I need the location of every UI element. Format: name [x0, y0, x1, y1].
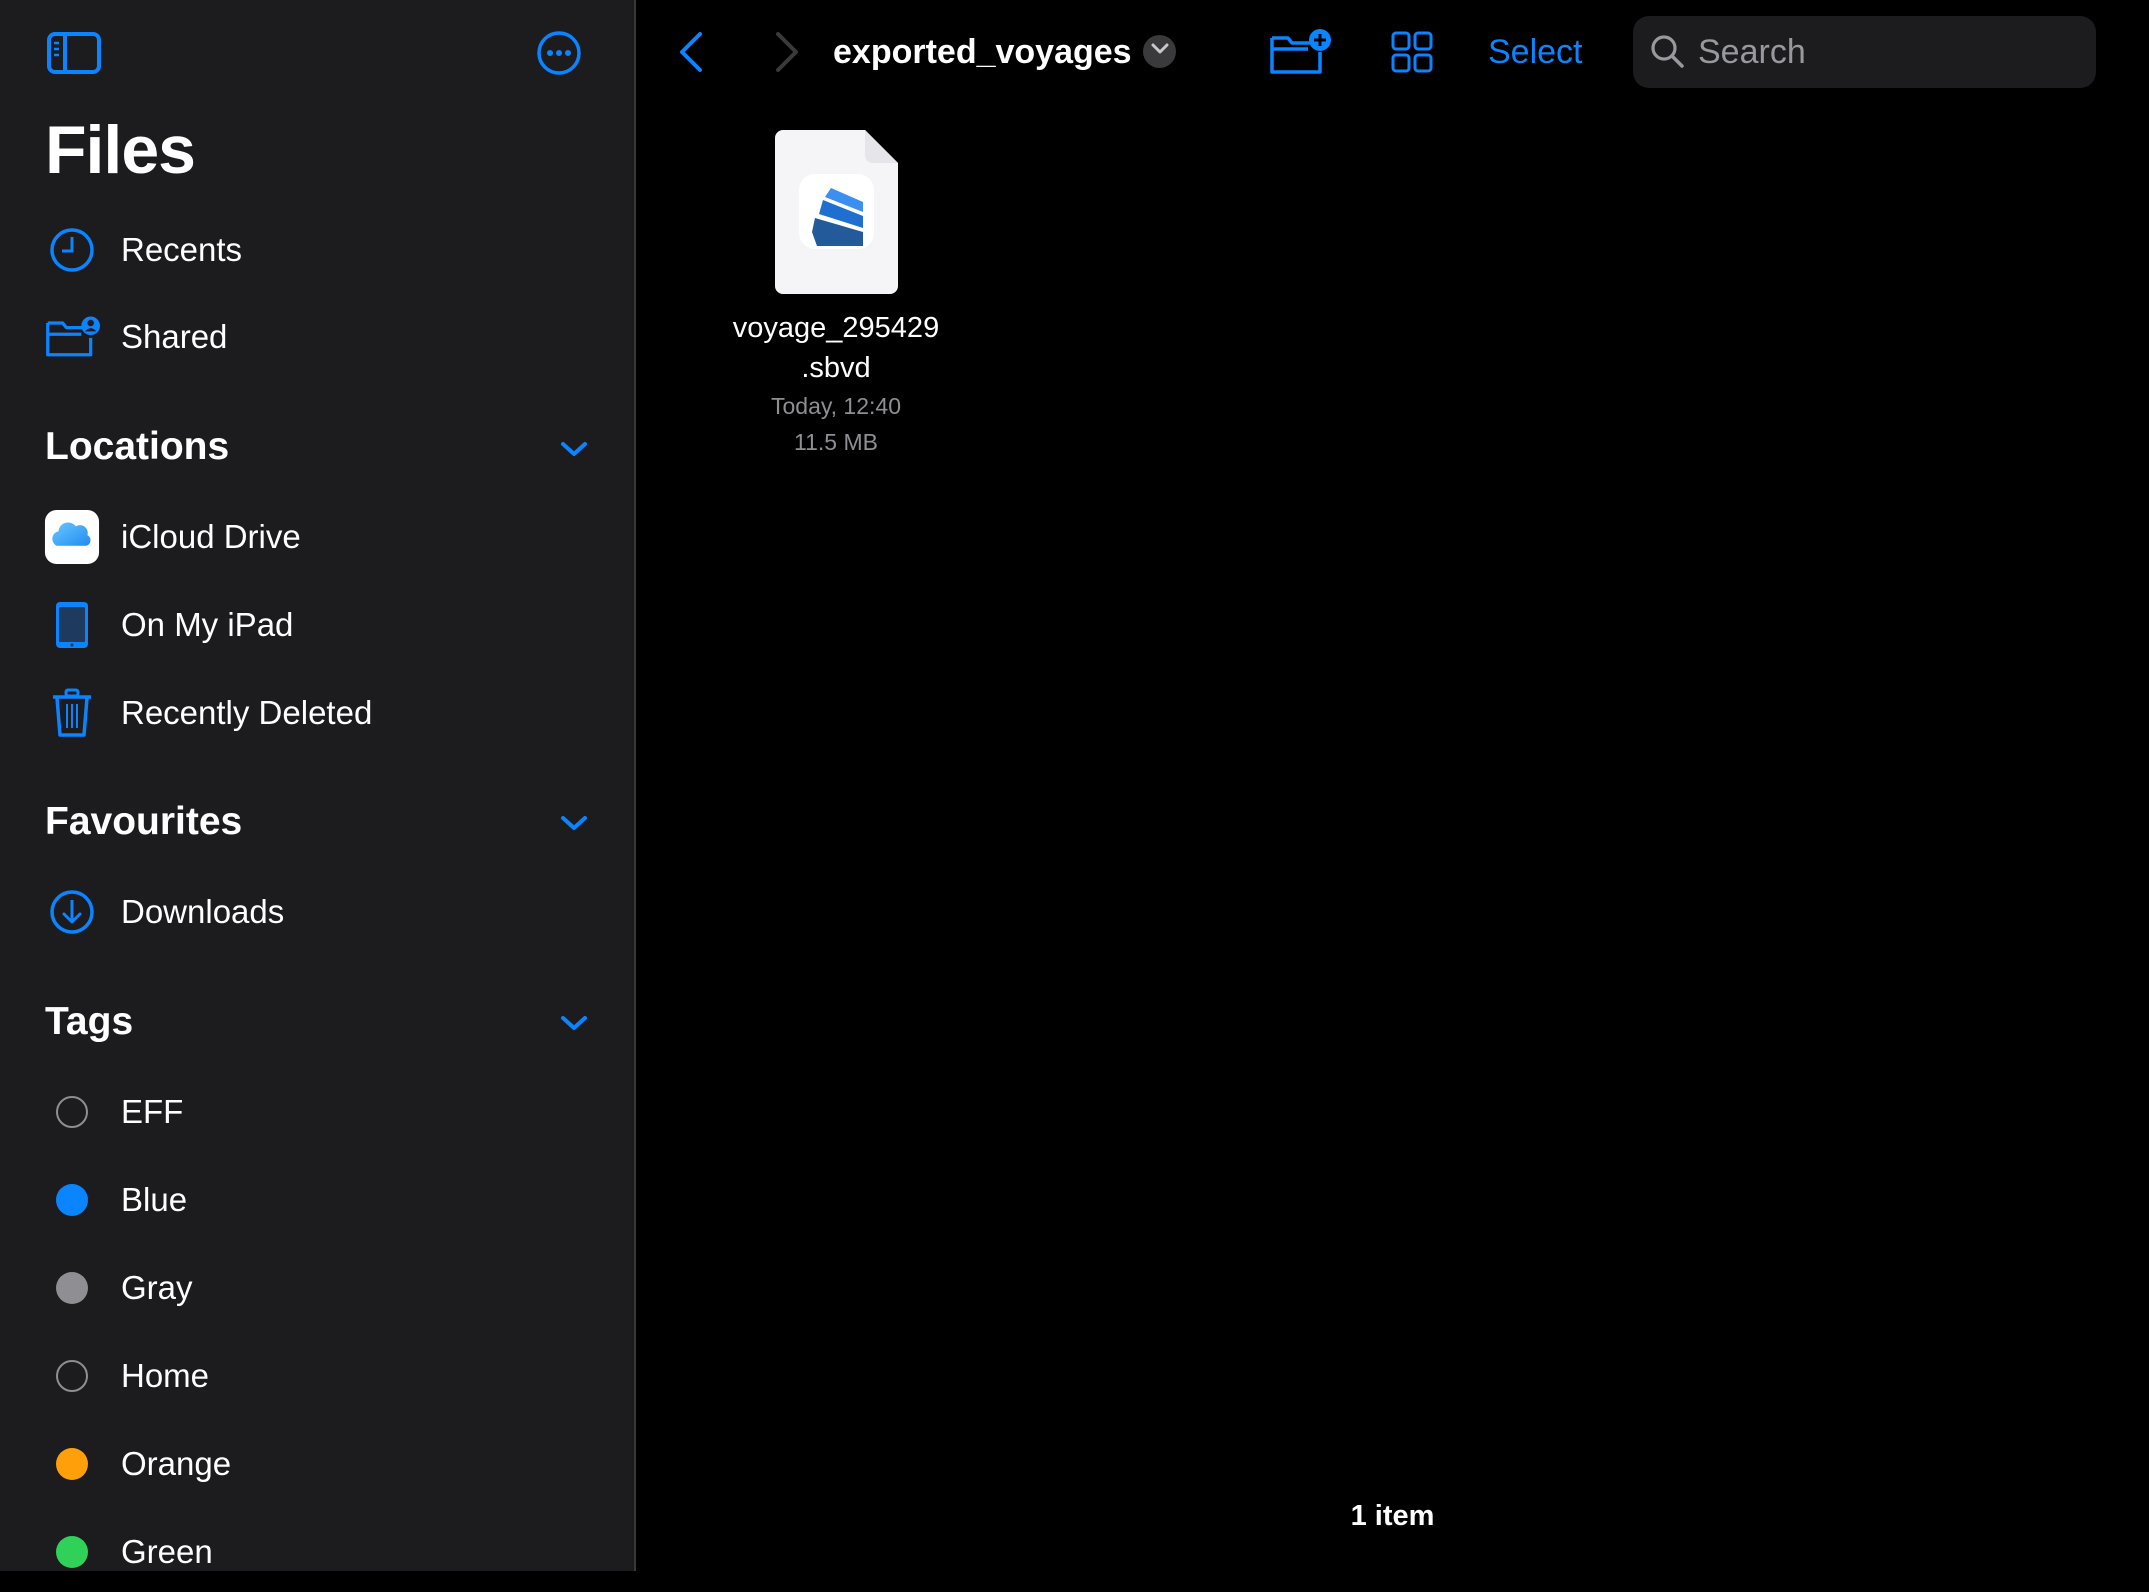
sidebar-item-shared[interactable]: Shared [0, 297, 634, 377]
chevron-right-icon [772, 32, 802, 78]
sidebar-item-recents[interactable]: Recents [0, 210, 634, 290]
file-name-line1: voyage_295429 [732, 312, 940, 344]
tag-color-dot [56, 1272, 88, 1304]
favourites-collapse-toggle[interactable] [556, 808, 592, 838]
download-circle-icon [44, 884, 100, 940]
tag-dot-icon [44, 1524, 100, 1580]
back-button[interactable] [676, 30, 706, 79]
tag-color-dot [56, 1184, 88, 1216]
tag-dot-icon [44, 1436, 100, 1492]
grid-icon [1391, 31, 1433, 77]
section-header-tags: Tags [45, 1000, 134, 1043]
file-modified-date: Today, 12:40 [770, 393, 901, 419]
sidebar-toggle-button[interactable] [46, 31, 102, 75]
clock-icon [44, 222, 100, 278]
sidebar-tag-eff[interactable]: EFF [0, 1072, 634, 1152]
sidebar-item-label: Green [121, 1533, 213, 1570]
tag-color-dot [56, 1448, 88, 1480]
search-input[interactable] [1696, 31, 2080, 73]
sidebar-item-label: iCloud Drive [121, 518, 301, 555]
sidebar-item-label: Recents [121, 231, 243, 268]
sidebar-item-on-my-ipad[interactable]: On My iPad [0, 585, 634, 665]
sidebar-tag-blue[interactable]: Blue [0, 1160, 634, 1240]
file-item[interactable]: voyage_295429 .sbvd Today, 12:40 11.5 MB [721, 130, 951, 460]
sidebar-item-label: Gray [121, 1269, 193, 1306]
chevron-down-icon [556, 442, 592, 468]
sidebar: Files Recents Shared Locations iCloud Dr… [0, 0, 636, 1571]
section-header-favourites: Favourites [45, 800, 243, 843]
item-count: 1 item [1350, 1500, 1435, 1532]
file-size: 11.5 MB [794, 429, 878, 455]
search-icon [1650, 34, 1686, 70]
icloud-icon [44, 509, 100, 565]
sidebar-tag-green[interactable]: Green [0, 1512, 634, 1592]
tag-dot-icon [44, 1348, 100, 1404]
chevron-down-icon [1150, 42, 1170, 61]
sidebar-item-label: Recently Deleted [121, 694, 373, 731]
sidebar-left-icon [46, 31, 102, 75]
sidebar-item-label: EFF [121, 1093, 184, 1130]
forward-button[interactable] [772, 30, 802, 79]
sidebar-item-label: Downloads [121, 893, 285, 930]
sidebar-title: Files [45, 112, 196, 188]
sidebar-tag-orange[interactable]: Orange [0, 1424, 634, 1504]
sidebar-tag-gray[interactable]: Gray [0, 1248, 634, 1328]
ipad-icon [44, 597, 100, 653]
tag-dot-icon [44, 1260, 100, 1316]
folder-plus-icon [1268, 29, 1332, 80]
sidebar-item-label: Orange [121, 1445, 232, 1482]
more-options-button[interactable] [536, 30, 582, 76]
tag-color-dot [56, 1536, 88, 1568]
tag-color-dot [56, 1360, 88, 1392]
sidebar-item-label: Home [121, 1357, 210, 1394]
chevron-down-icon [556, 816, 592, 842]
sidebar-item-downloads[interactable]: Downloads [0, 872, 634, 952]
document-icon [774, 130, 898, 294]
shared-folder-icon [44, 309, 100, 365]
sidebar-item-icloud-drive[interactable]: iCloud Drive [0, 497, 634, 577]
ellipsis-circle-icon [536, 30, 582, 76]
file-name-line2: .sbvd [801, 352, 871, 384]
sidebar-item-label: Shared [121, 318, 228, 355]
section-header-locations: Locations [45, 425, 230, 468]
trash-icon [44, 685, 100, 741]
tag-color-dot [56, 1096, 88, 1128]
tags-collapse-toggle[interactable] [556, 1008, 592, 1038]
locations-collapse-toggle[interactable] [556, 434, 592, 464]
sidebar-item-label: Blue [121, 1181, 188, 1218]
sidebar-item-label: On My iPad [121, 606, 294, 643]
view-mode-button[interactable] [1391, 31, 1433, 78]
select-button[interactable]: Select [1488, 28, 1583, 76]
chevron-left-icon [676, 32, 706, 78]
chevron-down-icon [556, 1016, 592, 1042]
tag-dot-icon [44, 1172, 100, 1228]
sidebar-tag-home[interactable]: Home [0, 1336, 634, 1416]
file-name: voyage_295429 .sbvd [721, 308, 951, 388]
folder-title-menu-button[interactable] [1143, 35, 1176, 68]
folder-title[interactable]: exported_voyages [833, 24, 1132, 80]
new-folder-button[interactable] [1268, 28, 1332, 81]
sidebar-item-recently-deleted[interactable]: Recently Deleted [0, 673, 634, 753]
main-content: exported_voyages Select Search voyage_29… [636, 0, 2149, 1571]
search-field[interactable] [1633, 16, 2096, 88]
tag-dot-icon [44, 1084, 100, 1140]
